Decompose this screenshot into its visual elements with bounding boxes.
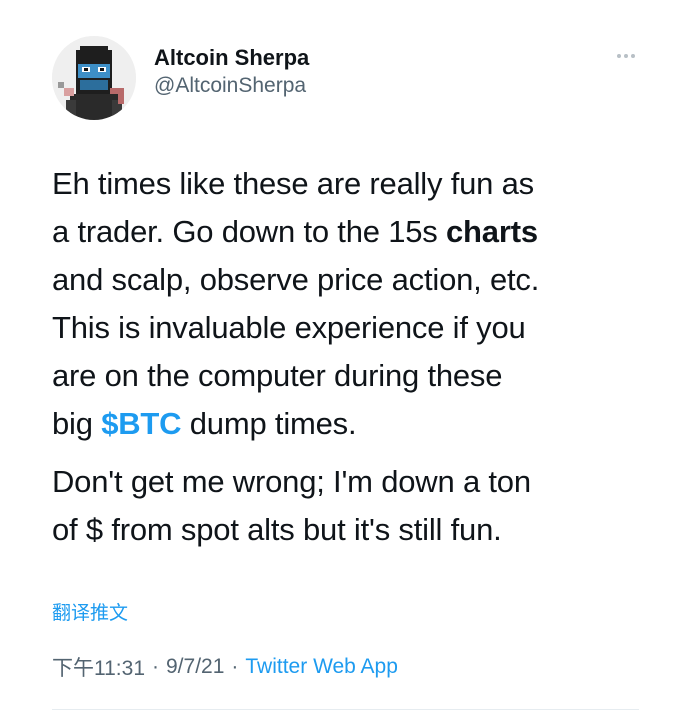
dot-icon bbox=[624, 54, 628, 58]
dot-icon bbox=[631, 54, 635, 58]
tweet-date[interactable]: 9/7/21 bbox=[166, 655, 224, 679]
avatar[interactable] bbox=[52, 36, 136, 120]
tweet-text: Eh times like these are really fun as a … bbox=[52, 160, 652, 564]
author-handle[interactable]: @AltcoinSherpa bbox=[154, 72, 309, 100]
translate-tweet-link[interactable]: 翻译推文 bbox=[52, 598, 128, 625]
more-options-icon[interactable] bbox=[617, 54, 635, 58]
dot-icon bbox=[617, 54, 621, 58]
tweet-card: Altcoin Sherpa @AltcoinSherpa Eh times l… bbox=[0, 0, 675, 728]
tweet-paragraph-1: Eh times like these are really fun as a … bbox=[52, 160, 652, 448]
divider bbox=[52, 709, 639, 710]
pixel-art-ninja-avatar-icon bbox=[52, 36, 136, 120]
tweet-header: Altcoin Sherpa @AltcoinSherpa bbox=[52, 36, 309, 120]
bold-word-charts: charts bbox=[446, 214, 538, 249]
tweet-source-link[interactable]: Twitter Web App bbox=[245, 655, 398, 679]
author-names: Altcoin Sherpa @AltcoinSherpa bbox=[154, 44, 309, 100]
meta-separator: · bbox=[231, 655, 239, 678]
tweet-meta: 下午11:31 · 9/7/21 · Twitter Web App bbox=[52, 652, 398, 682]
tweet-text-segment: dump times. bbox=[181, 406, 357, 441]
author-display-name[interactable]: Altcoin Sherpa bbox=[154, 44, 309, 72]
tweet-paragraph-2: Don't get me wrong; I'm down a ton of $ … bbox=[52, 464, 531, 547]
cashtag-link[interactable]: $BTC bbox=[101, 406, 181, 441]
tweet-time[interactable]: 下午11:31 bbox=[52, 652, 145, 682]
meta-separator: · bbox=[152, 655, 159, 678]
